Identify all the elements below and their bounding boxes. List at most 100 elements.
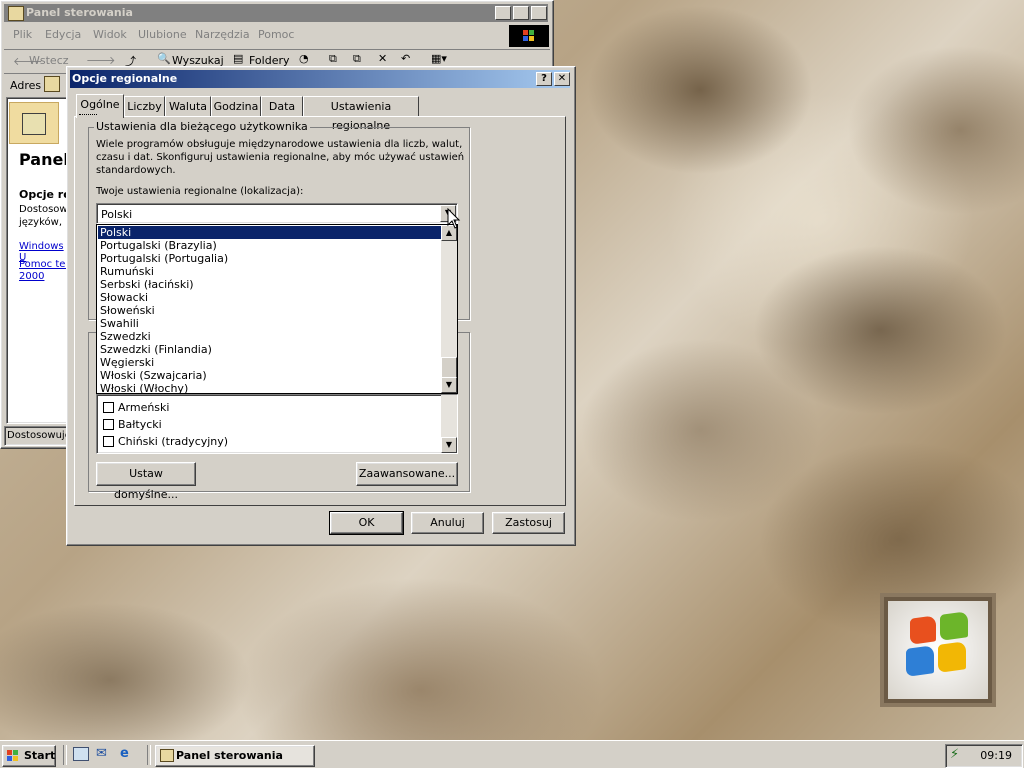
control-panel-large-icon (9, 102, 59, 144)
delete-icon[interactable]: ✕ (378, 52, 387, 65)
dropdown-item[interactable]: Swahili (98, 317, 441, 330)
internet-explorer-icon[interactable]: e (120, 746, 129, 761)
tech-support-link-cont[interactable]: 2000 (19, 271, 44, 282)
menu-edit[interactable]: Edycja (45, 28, 81, 41)
scroll-down-icon[interactable]: ▼ (441, 437, 457, 453)
control-panel-small-icon (44, 76, 60, 92)
language-item-label: Armeński (118, 401, 170, 414)
tab-time[interactable]: Godzina (211, 96, 261, 116)
panel-text-line1: Dostosow (19, 204, 68, 215)
scrollbar-thumb[interactable] (441, 357, 457, 379)
clock[interactable]: 09:19 (980, 749, 1012, 762)
tab-focus-ring (79, 114, 97, 116)
maximize-button[interactable]: □ (513, 6, 529, 20)
checkbox-icon[interactable] (103, 418, 114, 430)
tech-support-link[interactable]: Pomoc tec (19, 259, 71, 270)
tab-currency[interactable]: Waluta (165, 96, 211, 116)
dropdown-item[interactable]: Rumuński (98, 265, 441, 278)
windows-flag-icon (7, 750, 19, 762)
menu-view[interactable]: Widok (93, 28, 127, 41)
dropdown-item[interactable]: Słoweński (98, 304, 441, 317)
checkbox-icon[interactable] (103, 401, 114, 413)
locale-label: Twoje ustawienia regionalne (lokalizacja… (96, 186, 304, 197)
language-item-label: Chiński (tradycyjny) (118, 435, 229, 448)
outlook-express-icon[interactable]: ✉ (96, 746, 107, 761)
show-desktop-icon[interactable] (73, 747, 89, 761)
dropdown-item[interactable]: Szwedzki (98, 330, 441, 343)
start-button[interactable]: Start (2, 745, 56, 767)
dialog-titlebar[interactable]: Opcje regionalne ? ✕ (70, 70, 570, 88)
dropdown-item[interactable]: Węgierski (98, 356, 441, 369)
set-default-button[interactable]: Ustaw domyślne... (96, 462, 196, 501)
checkbox-icon[interactable] (103, 435, 114, 447)
start-label: Start (24, 749, 56, 762)
tab-numbers-label: Liczby (127, 100, 162, 113)
move-to-icon[interactable]: ⧉ (329, 52, 337, 66)
language-item-chinese-traditional[interactable]: Chiński (tradycyjny) (103, 434, 228, 449)
tab-date[interactable]: Data (261, 96, 303, 116)
cancel-button[interactable]: Anuluj (411, 512, 484, 534)
network-icon[interactable]: ⚡ (950, 747, 959, 762)
forward-arrow-icon[interactable]: 🡒 (86, 53, 116, 67)
dropdown-item[interactable]: Serbski (łaciński) (98, 278, 441, 291)
current-user-group-label: Ustawienia dla bieżącego użytkownika (94, 120, 310, 133)
tab-time-label: Godzina (213, 100, 259, 113)
dropdown-item[interactable]: Portugalski (Portugalia) (98, 252, 441, 265)
windows-logo-icon (509, 25, 549, 47)
dropdown-item[interactable]: Słowacki (98, 291, 441, 304)
language-groups-list[interactable]: Armeński Bałtycki Chiński (tradycyjny) ▼ (96, 394, 458, 454)
help-button[interactable]: ? (536, 72, 552, 86)
system-tray: ⚡ 09:19 (945, 744, 1023, 768)
search-icon: 🔍 (157, 52, 171, 65)
web-view-panel: Panel Opcje re Dostosow języków, l Windo… (6, 97, 72, 424)
description-line1: Wiele programów obsługuje międzynarodowe… (96, 139, 463, 150)
window-title: Panel sterowania (26, 6, 133, 19)
advanced-button[interactable]: Zaawansowane... (356, 462, 458, 486)
dropdown-item[interactable]: Polski (98, 226, 441, 239)
tab-currency-label: Waluta (169, 100, 207, 113)
tab-numbers[interactable]: Liczby (124, 96, 165, 116)
taskbar-button-label: Panel sterowania (176, 749, 283, 762)
description-line3: standardowych. (96, 165, 176, 176)
close-button[interactable]: ✕ (531, 6, 547, 20)
tab-general-label: Ogólne (80, 98, 120, 111)
dropdown-item[interactable]: Włoski (Włochy) (98, 382, 441, 393)
folders-icon: ▤ (233, 52, 244, 65)
copy-to-icon[interactable]: ⧉ (353, 52, 361, 66)
language-item-label: Bałtycki (118, 418, 162, 431)
language-item-armenian[interactable]: Armeński (103, 400, 169, 415)
taskbar: Start ✉ e Panel sterowania ⚡ 09:19 (0, 740, 1024, 768)
tab-date-label: Data (268, 100, 296, 113)
address-label: Adres (10, 79, 42, 92)
ok-button[interactable]: OK (329, 511, 404, 535)
locale-dropdown-list[interactable]: Polski Portugalski (Brazylia) Portugalsk… (96, 224, 458, 394)
dropdown-item[interactable]: Włoski (Szwajcaria) (98, 369, 441, 382)
menu-tools[interactable]: Narzędzia (195, 28, 250, 41)
dropdown-item[interactable]: Portugalski (Brazylia) (98, 239, 441, 252)
locale-combobox[interactable]: Polski ▼ (96, 203, 458, 224)
panel-heading: Opcje re (19, 188, 71, 201)
menu-file[interactable]: Plik (13, 28, 32, 41)
windows-logo-desktop-icon (880, 593, 996, 707)
control-panel-icon (8, 6, 24, 21)
close-button[interactable]: ✕ (554, 72, 570, 86)
history-icon[interactable]: ◔ (299, 52, 309, 65)
taskbar-button-control-panel[interactable]: Panel sterowania (155, 745, 315, 767)
menu-help[interactable]: Pomoc (258, 28, 294, 41)
tab-input-locales[interactable]: Ustawienia regionalne (303, 96, 419, 132)
undo-icon[interactable]: ↶ (401, 52, 410, 65)
views-icon[interactable]: ▦▾ (431, 52, 447, 65)
status-text: Dostosowuje (7, 430, 71, 441)
back-button[interactable]: Wstecz (29, 54, 69, 67)
dropdown-item[interactable]: Szwedzki (Finlandia) (98, 343, 441, 356)
menu-favorites[interactable]: Ulubione (138, 28, 187, 41)
minimize-button[interactable]: _ (495, 6, 511, 20)
locale-combobox-value: Polski (101, 208, 133, 221)
control-panel-titlebar[interactable]: Panel sterowania _ □ ✕ (4, 4, 548, 22)
description-line2: czasu i dat. Skonfiguruj ustawienia regi… (96, 152, 465, 163)
control-panel-icon (160, 749, 174, 762)
apply-button[interactable]: Zastosuj (492, 512, 565, 534)
dialog-title: Opcje regionalne (72, 72, 178, 85)
language-item-baltic[interactable]: Bałtycki (103, 417, 162, 432)
scroll-down-icon[interactable]: ▼ (441, 377, 457, 393)
